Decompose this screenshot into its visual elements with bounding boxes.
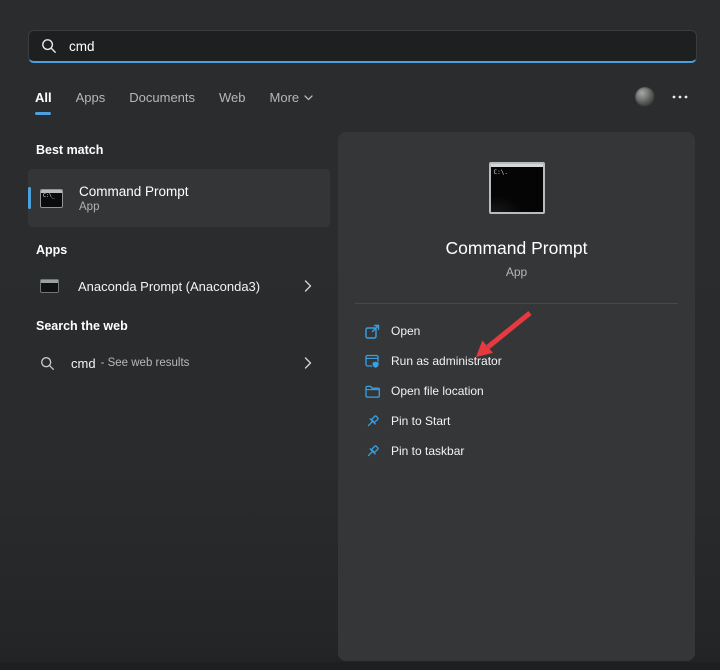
bottom-edge: [0, 662, 720, 670]
preview-cmd-icon-text: C:\.: [494, 170, 508, 176]
chevron-down-icon: [304, 95, 313, 101]
list-item-anaconda-prompt[interactable]: Anaconda Prompt (Anaconda3): [28, 271, 330, 301]
chevron-right-icon: [304, 357, 312, 369]
tab-more-label: More: [270, 90, 300, 105]
action-pin-to-taskbar[interactable]: Pin to taskbar: [338, 436, 695, 466]
best-match-subtitle: App: [79, 201, 189, 213]
pin-icon: [365, 414, 380, 429]
search-icon: [41, 38, 57, 54]
action-label: Open: [391, 324, 420, 338]
more-options-button[interactable]: [668, 89, 692, 105]
action-run-as-administrator[interactable]: Run as administrator: [338, 346, 695, 376]
apps-heading: Apps: [36, 243, 67, 257]
action-open[interactable]: Open: [338, 316, 695, 346]
search-bar[interactable]: [28, 30, 697, 63]
filter-tabs: All Apps Documents Web More: [35, 90, 313, 105]
best-match-heading: Best match: [36, 143, 103, 157]
web-search-query: cmd: [71, 356, 96, 371]
preview-panel: C:\. Command Prompt App Open Run as a: [338, 132, 695, 661]
action-open-file-location[interactable]: Open file location: [338, 376, 695, 406]
cmd-icon: C:\_: [40, 189, 63, 208]
cmd-icon-text: C:\_: [43, 194, 55, 199]
action-label: Run as administrator: [391, 354, 502, 368]
tab-all[interactable]: All: [35, 90, 52, 105]
search-icon-small: [40, 356, 55, 371]
pin-icon: [365, 444, 380, 459]
action-label: Open file location: [391, 384, 484, 398]
run-as-admin-icon: [365, 354, 380, 369]
preview-subtitle: App: [338, 265, 695, 279]
start-search-flyout: All Apps Documents Web More Best match C…: [0, 0, 720, 670]
tab-documents[interactable]: Documents: [129, 90, 195, 105]
context-actions: Open Run as administrator Open file loca…: [338, 316, 695, 466]
search-web-heading: Search the web: [36, 319, 128, 333]
search-input[interactable]: [69, 39, 684, 54]
list-item-label: Anaconda Prompt (Anaconda3): [78, 279, 260, 294]
open-icon: [365, 324, 380, 339]
tab-more[interactable]: More: [270, 90, 314, 105]
tab-apps[interactable]: Apps: [76, 90, 106, 105]
best-match-title: Command Prompt: [79, 184, 189, 199]
list-item-web-search[interactable]: cmd - See web results: [28, 348, 330, 378]
user-avatar[interactable]: [635, 87, 655, 107]
preview-title: Command Prompt: [338, 238, 695, 259]
web-search-suffix: - See web results: [101, 357, 190, 369]
chevron-right-icon: [304, 280, 312, 292]
preview-cmd-icon: C:\.: [489, 162, 545, 214]
folder-icon: [365, 385, 380, 398]
action-label: Pin to taskbar: [391, 444, 464, 458]
divider: [355, 303, 678, 304]
ellipsis-icon: [672, 95, 688, 99]
best-match-item[interactable]: C:\_ Command Prompt App: [28, 169, 330, 227]
action-pin-to-start[interactable]: Pin to Start: [338, 406, 695, 436]
tab-web[interactable]: Web: [219, 90, 246, 105]
action-label: Pin to Start: [391, 414, 450, 428]
selection-accent-bar: [28, 187, 31, 209]
anaconda-prompt-icon: [40, 279, 59, 293]
